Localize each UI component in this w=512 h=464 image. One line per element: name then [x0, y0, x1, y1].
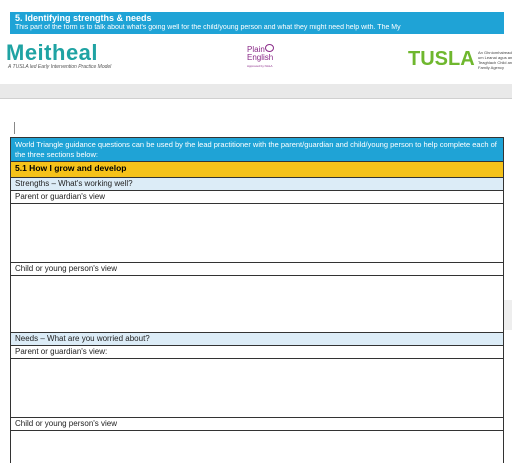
- page-gap: [0, 84, 512, 98]
- needs-parent-label: Parent or guardian's view:: [15, 347, 108, 356]
- section-banner: 5. Identifying strengths & needs This pa…: [10, 12, 504, 34]
- guidance-row: World Triangle guidance questions can be…: [11, 138, 503, 162]
- needs-child-row: Child or young person's view: [11, 418, 503, 431]
- section-description: This part of the form is to talk about w…: [15, 24, 401, 31]
- needs-parent-field[interactable]: [11, 359, 503, 418]
- strengths-row: Strengths – What's working well?: [11, 178, 503, 191]
- strengths-parent-field[interactable]: [11, 204, 503, 263]
- strengths-label: Strengths – What's working well?: [15, 179, 133, 188]
- needs-row: Needs – What are you worried about?: [11, 333, 503, 346]
- form-table: World Triangle guidance questions can be…: [10, 137, 504, 464]
- section-heading-row: 5.1 How I grow and develop: [11, 162, 503, 178]
- needs-child-field[interactable]: [11, 431, 503, 464]
- strengths-parent-row: Parent or guardian's view: [11, 191, 503, 204]
- needs-parent-row: Parent or guardian's view:: [11, 346, 503, 359]
- scrollbar[interactable]: [504, 300, 512, 330]
- section-heading: 5.1 How I grow and develop: [15, 163, 127, 173]
- text-cursor: [14, 122, 15, 134]
- tusla-logo: TUSLA: [408, 48, 475, 70]
- tusla-agency-text: An Ghníomhaireacht um Leanaí agus an Tea…: [478, 50, 512, 70]
- plain-english-text: Plain English: [247, 45, 274, 62]
- needs-child-label: Child or young person's view: [15, 419, 118, 428]
- strengths-child-label: Child or young person's view: [15, 264, 118, 273]
- strengths-parent-label: Parent or guardian's view: [15, 192, 106, 201]
- page-divider: [0, 98, 512, 99]
- section-title: 5. Identifying strengths & needs: [15, 13, 152, 23]
- strengths-child-row: Child or young person's view: [11, 263, 503, 276]
- meitheal-logo: Meitheal: [6, 40, 99, 65]
- guidance-text: World Triangle guidance questions can be…: [15, 140, 497, 159]
- plain-english-sub: Approved by NALA: [247, 64, 273, 68]
- meitheal-tagline: A TUSLA led Early Intervention Practice …: [8, 64, 112, 70]
- strengths-child-field[interactable]: [11, 276, 503, 333]
- needs-label: Needs – What are you worried about?: [15, 334, 150, 343]
- plain-english-logo: Plain English Approved by NALA: [247, 44, 281, 70]
